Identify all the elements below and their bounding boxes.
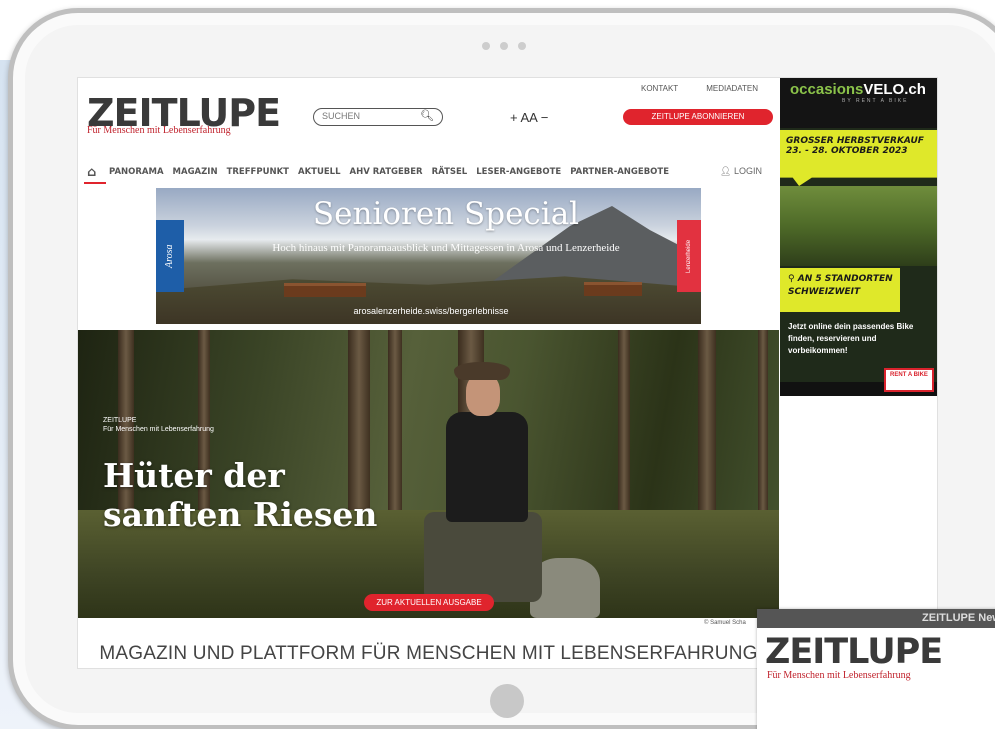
font-size-control[interactable]: + AA − [510,110,548,125]
ad-cyclists-photo [780,186,937,266]
ad-headline: GROSSER HERBSTVERKAUF 23. - 28. OKTOBER … [786,136,924,156]
home-icon[interactable]: ⌂ [87,165,109,180]
search-icon[interactable]: 🔍︎ [420,109,434,122]
link-kontakt[interactable]: KONTAKT [641,84,678,93]
search-input[interactable]: SUCHEN 🔍︎ [313,108,443,126]
current-issue-button[interactable]: ZUR AKTUELLEN AUSGABE [364,594,494,611]
newsletter-logo-subtitle: Für Menschen mit Lebenserfahrung [767,670,911,681]
banner-title: Senioren Special [312,196,580,232]
nav-item-partner-angebote[interactable]: PARTNER-ANGEBOTE [570,167,669,177]
nav-item-aktuell[interactable]: AKTUELL [298,167,341,177]
banner-bench [584,282,642,296]
tablet-home-button[interactable] [490,684,524,718]
banner-url[interactable]: arosalenzerheide.swiss/bergerlebnisse [316,306,546,316]
search-placeholder: SUCHEN [322,111,361,121]
link-mediadaten[interactable]: MEDIADATEN [706,84,758,93]
banner-bench [284,283,366,297]
tablet-camera [482,42,526,50]
ad-locations-box: ⚲ AN 5 STANDORTEN SCHWEIZWEIT [780,268,900,312]
hero-kicker-subtitle: Für Menschen mit Lebenserfahrung [103,426,214,433]
sidebar-ad[interactable]: occasionsVELO.ch BY RENT A BIKE GROSSER … [780,78,937,396]
nav-item-leser-angebote[interactable]: LESER-ANGEBOTE [476,167,561,177]
ranger-figure [416,352,556,618]
newsletter-bar: ZEITLUPE News [757,609,995,628]
hero-title: Hüter der sanften Riesen [103,456,378,534]
newsletter-bar-brand: ZEITLUPE [922,612,976,624]
newsletter-bar-label: News [978,612,995,624]
hero-kicker: ZEITLUPE [103,417,137,424]
promo-banner[interactable]: Senioren Special Hoch hinaus mit Panoram… [156,188,701,324]
banner-subtitle: Hoch hinaus mit Panoramaausblick und Mit… [272,242,620,254]
site-tagline: MAGAZIN UND PLATTFORM FÜR MENSCHEN MIT L… [99,643,758,664]
stage: ZEITLUPE Für Menschen mit Lebenserfahrun… [0,0,995,729]
newsletter-logo: ZEITLUPE [765,632,943,672]
login-link[interactable]: 👤︎ LOGIN [720,166,762,177]
login-label: LOGIN [733,166,762,176]
browser-screen: ZEITLUPE Für Menschen mit Lebenserfahrun… [77,77,938,669]
ad-locations: ⚲ AN 5 STANDORTEN SCHWEIZWEIT [788,274,893,297]
ad-headline-box: GROSSER HERBSTVERKAUF 23. - 28. OKTOBER … [780,130,937,186]
nav-item-ahv-ratgeber[interactable]: AHV RATGEBER [350,167,423,177]
hero-image[interactable]: ZEITLUPE Für Menschen mit Lebenserfahrun… [78,330,779,618]
subscribe-button[interactable]: ZEITLUPE ABONNIEREN [623,109,773,125]
banner-lenzerheide-badge: Lenzerheide [677,220,701,292]
ad-rentabike-badge: RENT A BIKE [884,368,934,392]
site-logo-subtitle: Für Menschen mit Lebenserfahrung [87,125,231,136]
main-nav: ⌂ PANORAMA MAGAZIN TREFFPUNKT AKTUELL AH… [78,160,778,184]
newsletter-popup[interactable]: ZEITLUPE News ZEITLUPE Für Menschen mit … [757,609,995,729]
nav-item-panorama[interactable]: PANORAMA [109,167,164,177]
banner-arosa-badge: Arosa [156,220,184,292]
ad-brand: occasionsVELO.ch [790,81,926,98]
nav-item-treffpunkt[interactable]: TREFFPUNKT [227,167,289,177]
ad-body-text: Jetzt online dein passendes Bike finden,… [788,322,914,355]
photo-credit: © Samuel Scha [704,620,746,626]
top-links: KONTAKT MEDIADATEN [641,84,758,93]
nav-item-raetsel[interactable]: RÄTSEL [432,167,468,177]
nav-item-magazin[interactable]: MAGAZIN [173,167,218,177]
ad-slogan: BY RENT A BIKE [842,98,909,104]
